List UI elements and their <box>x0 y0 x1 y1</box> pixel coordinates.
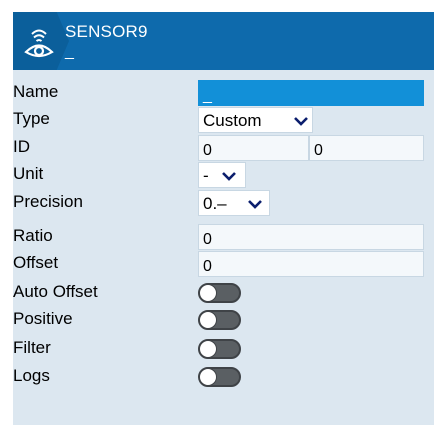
id-input-2[interactable]: 0 <box>309 135 424 161</box>
type-select[interactable]: Custom <box>198 107 313 133</box>
auto-offset-row: Auto Offset <box>13 280 434 306</box>
precision-select[interactable]: 0.– <box>198 190 270 216</box>
unit-select-value: - <box>203 166 209 185</box>
toggle-knob <box>199 368 217 386</box>
sensor-panel: SENSOR9 _ Name _ Type Custom ID 0 0 Unit… <box>13 12 434 425</box>
logs-label: Logs <box>13 366 50 385</box>
toggle-knob <box>199 311 217 329</box>
auto-offset-toggle[interactable] <box>198 283 241 303</box>
offset-row: Offset 0 <box>13 251 434 277</box>
type-select-value: Custom <box>203 111 262 130</box>
toggle-knob <box>199 340 217 358</box>
unit-select[interactable]: - <box>198 162 246 188</box>
positive-row: Positive <box>13 307 434 333</box>
ratio-input[interactable]: 0 <box>198 224 424 250</box>
filter-row: Filter <box>13 336 434 362</box>
filter-label: Filter <box>13 338 51 357</box>
type-label: Type <box>13 109 50 128</box>
ratio-row: Ratio 0 <box>13 224 434 250</box>
precision-row: Precision 0.– <box>13 190 434 216</box>
name-label: Name <box>13 82 59 101</box>
unit-label: Unit <box>13 164 44 183</box>
id-input-1[interactable]: 0 <box>198 135 309 161</box>
id-row: ID 0 0 <box>13 135 434 161</box>
chevron-down-icon <box>248 200 262 209</box>
precision-select-value: 0.– <box>203 194 227 213</box>
sensor-subtitle: _ <box>65 43 74 60</box>
offset-input[interactable]: 0 <box>198 251 424 277</box>
auto-offset-label: Auto Offset <box>13 282 98 301</box>
ratio-label: Ratio <box>13 226 53 245</box>
precision-label: Precision <box>13 192 83 211</box>
filter-toggle[interactable] <box>198 339 241 359</box>
name-input[interactable]: _ <box>198 80 424 106</box>
sensor-eye-icon <box>24 29 54 58</box>
unit-row: Unit - <box>13 162 434 188</box>
positive-label: Positive <box>13 309 73 328</box>
logs-row: Logs <box>13 364 434 390</box>
id-label: ID <box>13 137 30 156</box>
logs-toggle[interactable] <box>198 367 241 387</box>
header-icon-box <box>13 12 69 70</box>
panel-header: SENSOR9 _ <box>13 12 434 70</box>
sensor-title: SENSOR9 <box>65 22 148 41</box>
positive-toggle[interactable] <box>198 310 241 330</box>
name-row: Name _ <box>13 80 434 106</box>
toggle-knob <box>199 284 217 302</box>
offset-label: Offset <box>13 253 59 272</box>
type-row: Type Custom <box>13 107 434 133</box>
chevron-down-icon <box>294 117 308 126</box>
chevron-down-icon <box>222 172 236 181</box>
